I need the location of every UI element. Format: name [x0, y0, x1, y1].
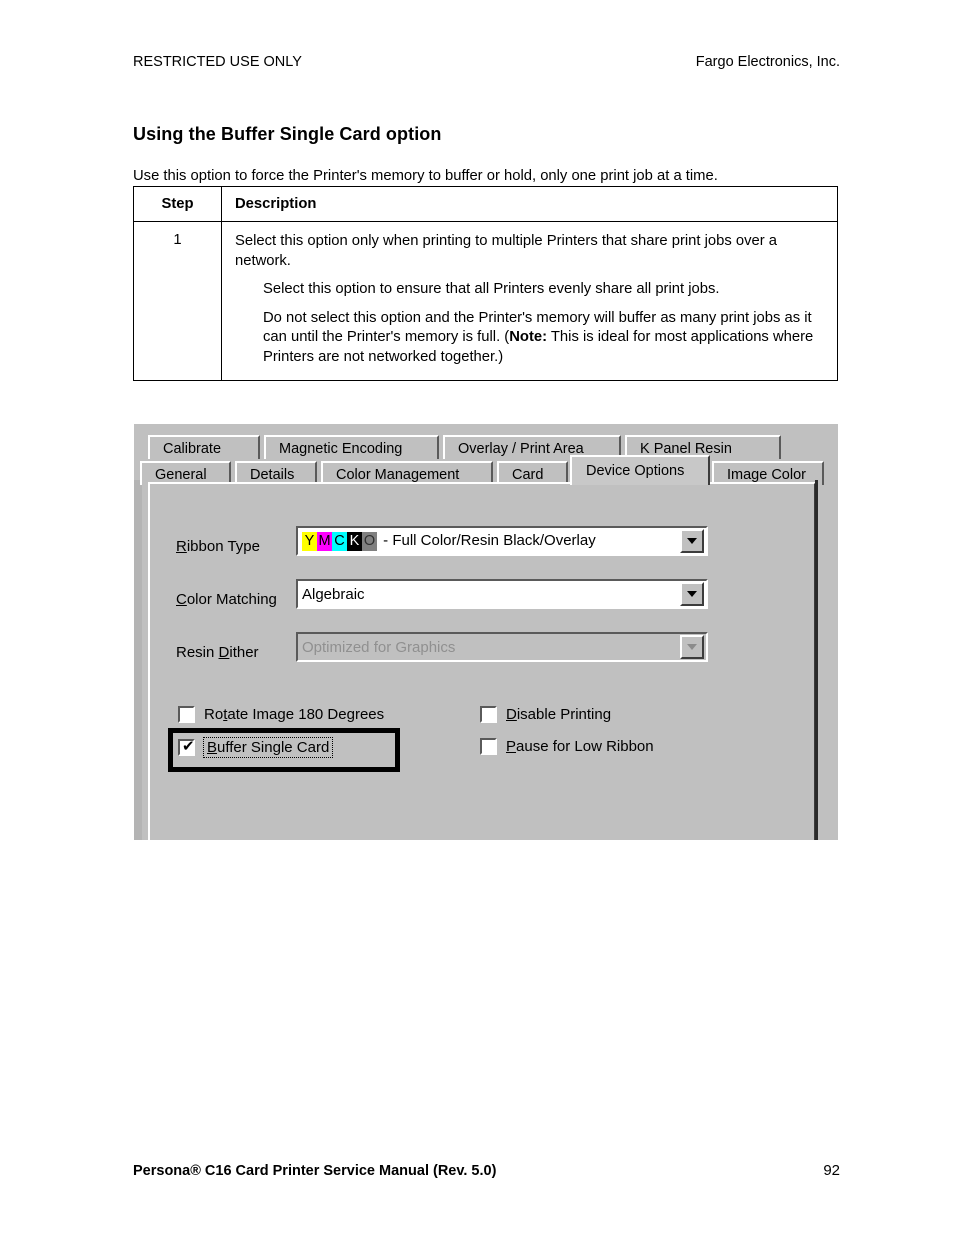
footer-manual-title: Persona® C16 Card Printer Service Manual… [133, 1163, 497, 1179]
checkbox-disable-printing[interactable]: Disable Printing [480, 706, 611, 723]
buffer-single-card-label: Buffer Single Card [202, 737, 334, 758]
ribbon-type-label: Ribbon Type [176, 538, 260, 555]
swatch-c: C [332, 531, 347, 551]
rotate-image-accel-pre: Ro [204, 706, 224, 723]
header-restriction-notice: RESTRICTED USE ONLY [133, 54, 302, 70]
ribbon-type-value: YMCKO - Full Color/Resin Black/Overlay [302, 531, 680, 551]
description-paragraph-3: Do not select this option and the Printe… [263, 309, 824, 368]
description-paragraph-2: Select this option to ensure that all Pr… [263, 281, 720, 298]
description-paragraph-1: Select this option only when printing to… [235, 233, 778, 269]
color-matching-label-rest: olor Matching [186, 590, 277, 608]
resin-dither-value: Optimized for Graphics [302, 638, 456, 656]
color-matching-value: Algebraic [302, 585, 365, 603]
swatch-y: Y [302, 531, 317, 551]
disable-printing-checkbox-icon[interactable] [480, 706, 497, 723]
buffer-single-card-checkbox-icon[interactable]: ✔ [178, 738, 195, 756]
disable-printing-label: Disable Printing [506, 706, 611, 723]
ribbon-type-label-rest: ibbon Type [186, 537, 260, 555]
checkbox-rotate-image-180-degrees[interactable]: Rotate Image 180 Degrees [178, 706, 384, 723]
printer-driver-dialog-screenshot: Calibrate Magnetic Encoding Overlay / Pr… [134, 424, 838, 840]
page-title: Using the Buffer Single Card option [133, 124, 442, 145]
rotate-image-accel-post: ate Image 180 Degrees [227, 706, 385, 723]
rotate-image-label: Rotate Image 180 Degrees [204, 706, 384, 723]
column-header-description: Description [221, 186, 838, 222]
pause-for-low-ribbon-label: Pause for Low Ribbon [506, 738, 654, 755]
device-options-panel: Ribbon Type YMCKO - Full Color/Resin Bla… [148, 482, 816, 840]
tab-magnetic-encoding[interactable]: Magnetic Encoding [264, 435, 439, 459]
color-matching-accel: C [176, 590, 187, 608]
tab-device-options[interactable]: Device Options [570, 455, 710, 485]
ymcko-color-swatches: YMCKO [302, 531, 377, 551]
cell-step-number: 1 [133, 220, 222, 382]
disable-printing-accel: D [506, 706, 517, 723]
cell-description: Select this option only when printing to… [221, 220, 838, 382]
header-company-name: Fargo Electronics, Inc. [695, 54, 840, 70]
footer-page-number: 92 [823, 1162, 840, 1179]
resin-dither-label-pre: Resin [176, 643, 219, 661]
color-matching-dropdown-arrow-icon[interactable] [680, 582, 704, 606]
checkbox-buffer-single-card[interactable]: ✔ Buffer Single Card [178, 737, 334, 758]
resin-dither-accel: D [218, 643, 230, 661]
pause-for-low-ribbon-checkbox-icon[interactable] [480, 738, 497, 755]
procedure-table: Step Description 1 Select this option on… [133, 186, 838, 382]
column-header-step: Step [133, 186, 222, 222]
buffer-single-card-accel: B [207, 739, 218, 756]
color-matching-label-row: Color Matching [176, 584, 277, 614]
page-header: RESTRICTED USE ONLY Fargo Electronics, I… [133, 54, 840, 71]
page-footer: Persona® C16 Card Printer Service Manual… [133, 1162, 840, 1179]
swatch-m: M [317, 531, 332, 551]
ribbon-type-dropdown-arrow-icon[interactable] [680, 529, 704, 553]
rotate-image-checkbox-icon[interactable] [178, 706, 195, 723]
ribbon-type-accel: R [176, 537, 187, 555]
resin-dither-combobox: Optimized for Graphics [296, 632, 708, 662]
swatch-k: K [347, 531, 362, 551]
buffer-single-card-accel-post: uffer Single Card [217, 739, 330, 756]
disable-printing-accel-post: isable Printing [516, 706, 612, 723]
dialog-right-crop-edge [815, 480, 818, 840]
pause-low-ribbon-accel-post: ause for Low Ribbon [516, 738, 654, 755]
ribbon-type-value-suffix: - Full Color/Resin Black/Overlay [379, 531, 596, 549]
table-header-row: Step Description [133, 186, 838, 222]
pause-low-ribbon-accel: P [506, 738, 517, 755]
note-label: Note: [509, 329, 548, 346]
ribbon-type-label-row: Ribbon Type [176, 531, 260, 561]
tab-calibrate[interactable]: Calibrate [148, 435, 260, 459]
resin-dither-label-row: Resin Dither [176, 637, 259, 667]
checkmark-icon: ✔ [182, 738, 195, 755]
swatch-o: O [362, 531, 377, 551]
checkbox-pause-for-low-ribbon[interactable]: Pause for Low Ribbon [480, 738, 654, 755]
color-matching-label: Color Matching [176, 591, 277, 608]
dialog-left-gutter [134, 480, 142, 840]
resin-dither-dropdown-arrow-icon [680, 635, 704, 659]
resin-dither-label-rest: ither [229, 643, 259, 661]
ribbon-type-combobox[interactable]: YMCKO - Full Color/Resin Black/Overlay [296, 526, 708, 556]
table-row: 1 Select this option only when printing … [133, 220, 838, 382]
resin-dither-label: Resin Dither [176, 644, 259, 661]
intro-paragraph: Use this option to force the Printer's m… [133, 167, 718, 184]
color-matching-combobox[interactable]: Algebraic [296, 579, 708, 609]
